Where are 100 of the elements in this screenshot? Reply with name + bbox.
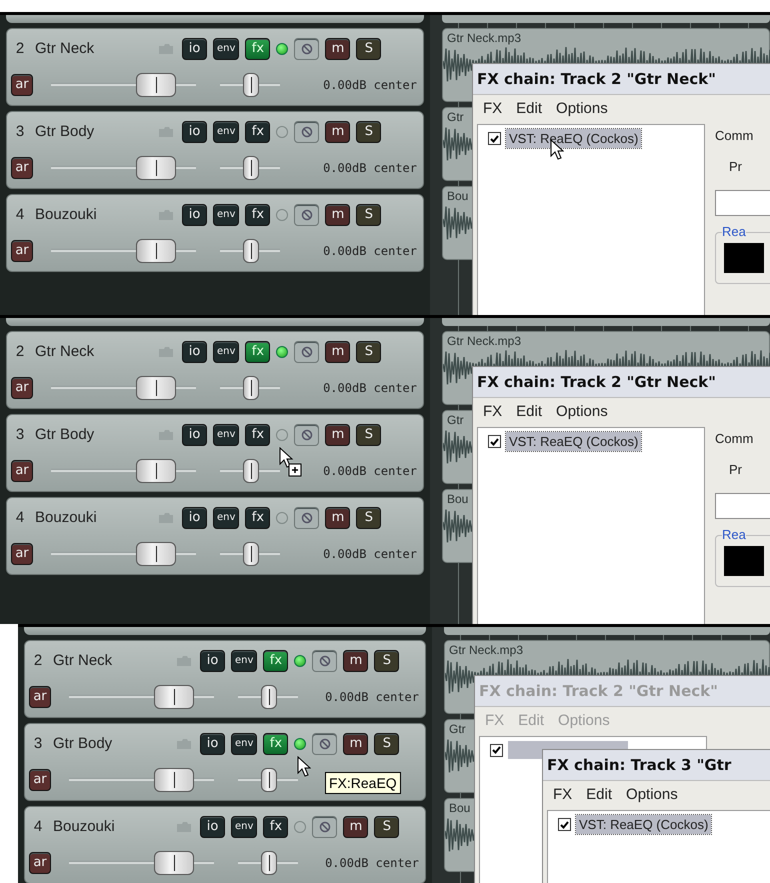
envelope-button[interactable]: env [213, 424, 240, 446]
circle-slash-button[interactable] [312, 816, 338, 838]
fx-button[interactable]: fx [245, 424, 270, 446]
automation-button[interactable]: ar [11, 376, 33, 398]
envelope-button[interactable]: env [213, 204, 240, 226]
window-title: FX chain: Track 2 "Gtr Neck" [475, 676, 770, 706]
automation-button[interactable]: ar [29, 768, 51, 790]
slider-thumb[interactable] [243, 542, 259, 566]
fx-button[interactable]: fx [263, 816, 288, 838]
circle-slash-button[interactable] [294, 424, 320, 446]
io-button[interactable]: io [182, 424, 207, 446]
menu-item[interactable]: Edit [586, 786, 612, 803]
menu-item[interactable]: FX [483, 403, 502, 420]
menu-item[interactable]: FX [483, 100, 502, 117]
slider-thumb[interactable] [243, 238, 259, 262]
text-field[interactable] [715, 493, 770, 519]
slider-thumb[interactable] [136, 542, 176, 566]
envelope-button[interactable]: env [231, 650, 258, 672]
automation-button[interactable]: ar [11, 460, 33, 482]
envelope-button[interactable]: env [213, 120, 240, 142]
automation-button[interactable]: ar [11, 74, 33, 96]
solo-button[interactable]: S [374, 650, 400, 672]
menu-item[interactable]: FX [553, 786, 572, 803]
folder-icon [159, 430, 173, 440]
solo-button[interactable]: S [374, 732, 400, 754]
mute-button[interactable]: m [343, 816, 368, 838]
automation-button[interactable]: ar [11, 156, 33, 178]
io-button[interactable]: io [200, 816, 225, 838]
slider-thumb[interactable] [243, 72, 259, 96]
fx-button[interactable]: fx [245, 38, 270, 60]
circle-slash-button[interactable] [294, 506, 320, 528]
envelope-button[interactable]: env [213, 506, 240, 528]
menu-item[interactable]: Options [626, 786, 678, 803]
envelope-button[interactable]: env [213, 340, 240, 362]
volume-pan-reading: 0.00dB center [325, 856, 419, 870]
slider-thumb[interactable] [136, 458, 176, 482]
solo-button[interactable]: S [356, 506, 382, 528]
fx-list-item[interactable]: VST: ReaEQ (Cockos) [506, 432, 642, 451]
slider-thumb[interactable] [154, 768, 194, 792]
checkbox[interactable] [488, 132, 501, 145]
solo-button[interactable]: S [374, 816, 400, 838]
slider-thumb[interactable] [243, 156, 259, 180]
slider-thumb[interactable] [261, 768, 277, 792]
circle-slash-button[interactable] [294, 38, 320, 60]
mute-button[interactable]: m [325, 204, 350, 226]
io-button[interactable]: io [200, 732, 225, 754]
menu-item[interactable]: Options [556, 100, 608, 117]
solo-button[interactable]: S [356, 120, 382, 142]
io-button[interactable]: io [182, 204, 207, 226]
io-button[interactable]: io [182, 506, 207, 528]
fx-button[interactable]: fx [245, 204, 270, 226]
fx-button[interactable]: fx [245, 120, 270, 142]
slider-thumb[interactable] [136, 376, 176, 400]
fx-button[interactable]: fx [263, 650, 288, 672]
envelope-button[interactable]: env [231, 732, 258, 754]
mute-button[interactable]: m [325, 340, 350, 362]
mute-button[interactable]: m [343, 650, 368, 672]
checkbox[interactable] [488, 435, 501, 448]
automation-button[interactable]: ar [11, 542, 33, 564]
fx-button[interactable]: fx [263, 732, 288, 754]
fx-list-item[interactable]: VST: ReaEQ (Cockos) [576, 815, 712, 834]
checkbox[interactable] [558, 818, 571, 831]
slider-thumb[interactable] [243, 458, 259, 482]
circle-slash-button[interactable] [312, 732, 338, 754]
automation-button[interactable]: ar [29, 852, 51, 874]
slider-thumb[interactable] [136, 238, 176, 262]
envelope-button[interactable]: env [213, 38, 240, 60]
circle-slash-button[interactable] [294, 204, 320, 226]
slider-thumb[interactable] [243, 376, 259, 400]
io-button[interactable]: io [182, 340, 207, 362]
solo-button[interactable]: S [356, 424, 382, 446]
menu-item[interactable]: Options [556, 403, 608, 420]
mute-button[interactable]: m [343, 732, 368, 754]
fx-button[interactable]: fx [245, 340, 270, 362]
automation-button[interactable]: ar [11, 240, 33, 262]
slider-thumb[interactable] [136, 72, 176, 96]
mute-button[interactable]: m [325, 506, 350, 528]
solo-button[interactable]: S [356, 204, 382, 226]
circle-slash-button[interactable] [294, 340, 320, 362]
menu-item[interactable]: Edit [516, 403, 542, 420]
envelope-button[interactable]: env [231, 816, 258, 838]
solo-button[interactable]: S [356, 340, 382, 362]
circle-slash-button[interactable] [294, 120, 320, 142]
solo-button[interactable]: S [356, 38, 382, 60]
fx-button[interactable]: fx [245, 506, 270, 528]
io-button[interactable]: io [200, 650, 225, 672]
text-field[interactable] [715, 190, 770, 216]
slider-thumb[interactable] [261, 850, 277, 874]
mute-button[interactable]: m [325, 424, 350, 446]
slider-thumb[interactable] [261, 684, 277, 708]
slider-thumb[interactable] [154, 850, 194, 874]
circle-slash-button[interactable] [312, 650, 338, 672]
menu-item[interactable]: Edit [516, 100, 542, 117]
automation-button[interactable]: ar [29, 686, 51, 708]
slider-thumb[interactable] [136, 156, 176, 180]
io-button[interactable]: io [182, 38, 207, 60]
slider-thumb[interactable] [154, 684, 194, 708]
io-button[interactable]: io [182, 120, 207, 142]
mute-button[interactable]: m [325, 38, 350, 60]
mute-button[interactable]: m [325, 120, 350, 142]
